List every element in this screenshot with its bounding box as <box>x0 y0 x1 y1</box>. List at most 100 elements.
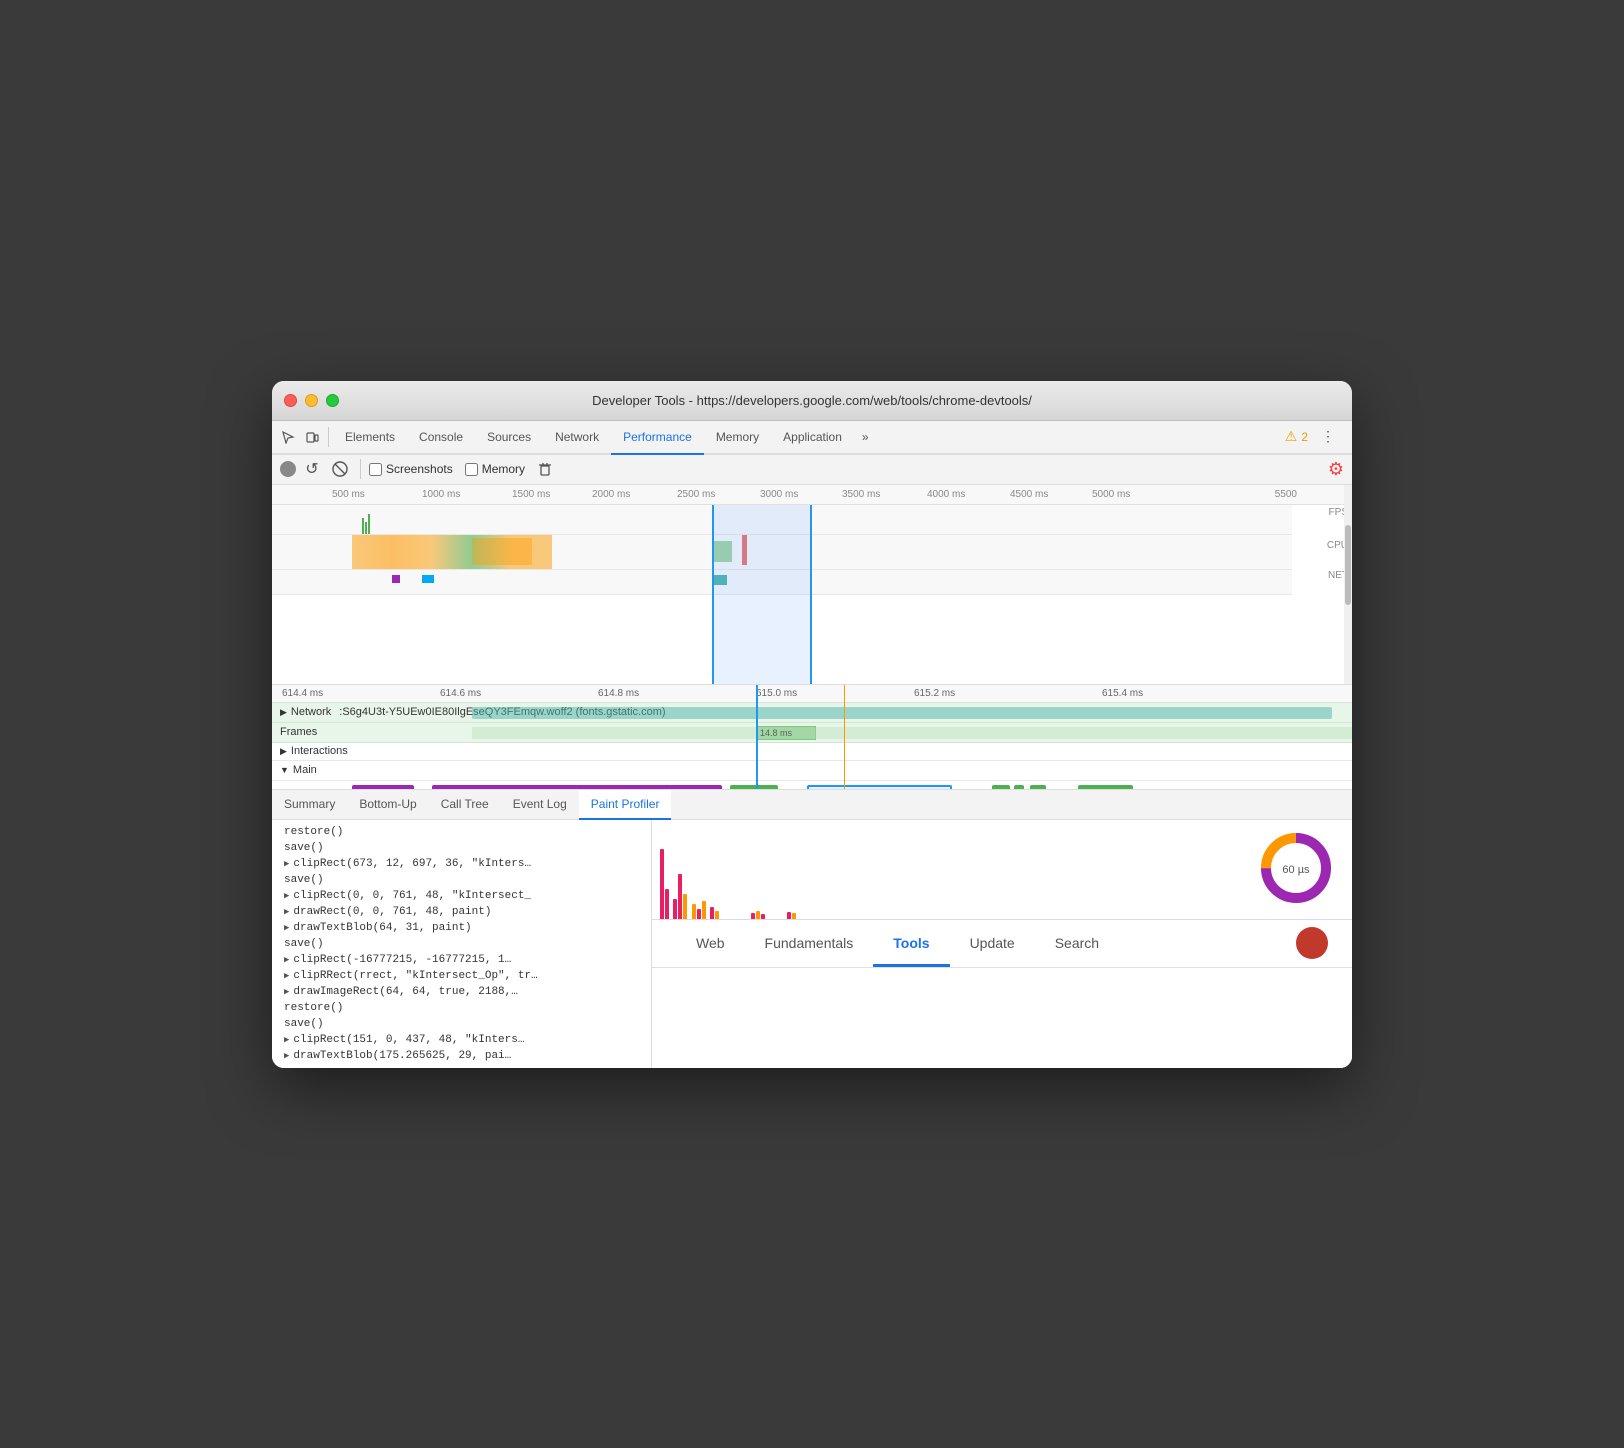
cmd-cliprect-4[interactable]: ▶ clipRect(151, 0, 437, 48, "kInters… <box>272 1032 651 1048</box>
frames-background <box>472 727 1352 739</box>
ruler-tick-2500: 2500 ms <box>677 489 715 500</box>
tab-bottom-up[interactable]: Bottom-Up <box>347 790 428 820</box>
cmd-restore-1[interactable]: restore() <box>272 824 651 840</box>
devtools-body: Elements Console Sources Network Perform… <box>272 421 1352 1068</box>
reload-button[interactable]: ↺ <box>300 457 324 481</box>
ruler-tick-1000: 1000 ms <box>422 489 460 500</box>
svg-text:60 µs: 60 µs <box>1282 864 1310 876</box>
main-cursor-line <box>756 781 758 790</box>
main-collapse[interactable]: ▼ <box>280 765 289 775</box>
site-nav-web[interactable]: Web <box>676 920 745 968</box>
ztick-3: 614.8 ms <box>598 688 639 699</box>
timeline-scrollbar-thumb[interactable] <box>1345 525 1351 605</box>
orange-marker <box>844 685 845 790</box>
tab-memory[interactable]: Memory <box>704 421 771 455</box>
chart-bar-12 <box>756 911 760 919</box>
tab-event-log[interactable]: Event Log <box>501 790 579 820</box>
tab-application[interactable]: Application <box>771 421 854 455</box>
cmd-save-2[interactable]: save() <box>272 872 651 888</box>
selection-highlight <box>712 505 812 685</box>
cmd-drawtextblob-1[interactable]: ▶ drawTextBlob(64, 31, paint) <box>272 920 651 936</box>
time-cursor <box>756 685 758 790</box>
mini-block-1[interactable] <box>992 785 1010 790</box>
tab-console[interactable]: Console <box>407 421 475 455</box>
trash-button[interactable] <box>533 457 557 481</box>
device-toolbar[interactable] <box>300 425 324 449</box>
ruler-tick-4000: 4000 ms <box>927 489 965 500</box>
cmd-cliprect-2[interactable]: ▶ clipRect(0, 0, 761, 48, "kIntersect_ <box>272 888 651 904</box>
ztick-5: 615.2 ms <box>914 688 955 699</box>
paint-block-1[interactable]: Pa...) <box>730 785 778 790</box>
ruler-tick-4500: 4500 ms <box>1010 489 1048 500</box>
interactions-row: ▶ Interactions <box>272 743 1352 761</box>
divider-1 <box>328 427 329 447</box>
cmd-drawimagerect[interactable]: ▶ drawImageRect(64, 64, true, 2188,… <box>272 984 651 1000</box>
cmd-save-1[interactable]: save() <box>272 840 651 856</box>
ztick-6: 615.4 ms <box>1102 688 1143 699</box>
site-nav-tools[interactable]: Tools <box>873 920 949 968</box>
main-label: Main <box>293 764 317 776</box>
mini-block-2[interactable] <box>1014 785 1024 790</box>
site-nav-fundamentals[interactable]: Fundamentals <box>745 920 874 968</box>
cmd-cliprrect[interactable]: ▶ clipRRect(rrect, "kIntersect_Op", tr… <box>272 968 651 984</box>
timeline-ruler: 500 ms 1000 ms 1500 ms 2000 ms 2500 ms 3… <box>272 485 1352 505</box>
chart-bar-14 <box>787 912 791 919</box>
ruler-tick-1500: 1500 ms <box>512 489 550 500</box>
chart-bar-9 <box>710 907 714 919</box>
website-content <box>652 968 1352 1068</box>
chart-bar-1 <box>660 849 664 919</box>
title-bar: Developer Tools - https://developers.goo… <box>272 381 1352 421</box>
cmd-save-4[interactable]: save() <box>272 1016 651 1032</box>
clear-button[interactable] <box>328 457 352 481</box>
more-options[interactable]: ⋮ <box>1316 425 1340 449</box>
tab-more[interactable]: » <box>854 420 877 454</box>
tab-summary[interactable]: Summary <box>272 790 347 820</box>
cmd-save-3[interactable]: save() <box>272 936 651 952</box>
panel-content: restore() save() ▶ clipRect(673, 12, 697… <box>272 820 1352 1068</box>
screenshots-checkbox[interactable]: Screenshots <box>369 462 453 476</box>
cmd-drawtextblob-2[interactable]: ▶ drawTextBlob(175.265625, 29, pai… <box>272 1048 651 1064</box>
tab-paint-profiler[interactable]: Paint Profiler <box>579 790 672 820</box>
interactions-collapse[interactable]: ▶ <box>280 746 287 757</box>
mini-block-3[interactable] <box>1030 785 1046 790</box>
cmd-cliprect-1[interactable]: ▶ clipRect(673, 12, 697, 36, "kInters… <box>272 856 651 872</box>
settings-button[interactable]: ⚙ <box>1328 459 1344 480</box>
record-button[interactable] <box>280 461 296 477</box>
chart-bar-5 <box>683 894 687 919</box>
user-avatar[interactable] <box>1296 927 1328 959</box>
site-nav-search[interactable]: Search <box>1035 920 1119 968</box>
ztick-4: 615.0 ms <box>756 688 797 699</box>
cmd-drawrect[interactable]: ▶ drawRect(0, 0, 761, 48, paint) <box>272 904 651 920</box>
minimize-button[interactable] <box>305 394 318 407</box>
chart-bar-6 <box>692 904 696 919</box>
controls-bar: ↺ Screenshots Memory ⚙ <box>272 455 1352 485</box>
timeline-tracks: FPS CPU NET <box>272 505 1352 685</box>
cmd-cliprect-3[interactable]: ▶ clipRect(-16777215, -16777215, 1… <box>272 952 651 968</box>
cmd-restore-2[interactable]: restore() <box>272 1000 651 1016</box>
network-row: ▶ Network :S6g4U3t-Y5UEw0IE80IlgEseQY3FE… <box>272 703 1352 723</box>
tab-sources[interactable]: Sources <box>475 421 543 455</box>
close-button[interactable] <box>284 394 297 407</box>
tab-performance[interactable]: Performance <box>611 421 704 455</box>
main-orange-line <box>844 781 845 790</box>
chart-bar-13 <box>761 914 765 919</box>
memory-checkbox[interactable]: Memory <box>465 462 525 476</box>
paint-block-main[interactable]: Paint (761 × 48) <box>807 785 952 790</box>
timeline-scrollbar[interactable] <box>1344 485 1352 684</box>
paint-block-2[interactable]: P...) <box>1078 785 1133 790</box>
chart-bar-4 <box>678 874 682 919</box>
paint-right: 60 µs Web Fundamentals <box>652 820 1352 1068</box>
network-collapse[interactable]: ▶ <box>280 707 287 718</box>
update-layer-tree-block[interactable]: Update Layer Tree <box>432 785 722 790</box>
warning-badge[interactable]: ⚠ 2 <box>1285 428 1308 445</box>
ztick-1: 614.4 ms <box>282 688 323 699</box>
tab-network[interactable]: Network <box>543 421 611 455</box>
devtools-window: Developer Tools - https://developers.goo… <box>272 381 1352 1068</box>
window-title: Developer Tools - https://developers.goo… <box>592 393 1032 408</box>
tab-elements[interactable]: Elements <box>333 421 407 455</box>
tab-call-tree[interactable]: Call Tree <box>429 790 501 820</box>
layout-block[interactable]: Layout <box>352 785 414 790</box>
cursor-tool[interactable] <box>276 425 300 449</box>
maximize-button[interactable] <box>326 394 339 407</box>
site-nav-update[interactable]: Update <box>950 920 1035 968</box>
